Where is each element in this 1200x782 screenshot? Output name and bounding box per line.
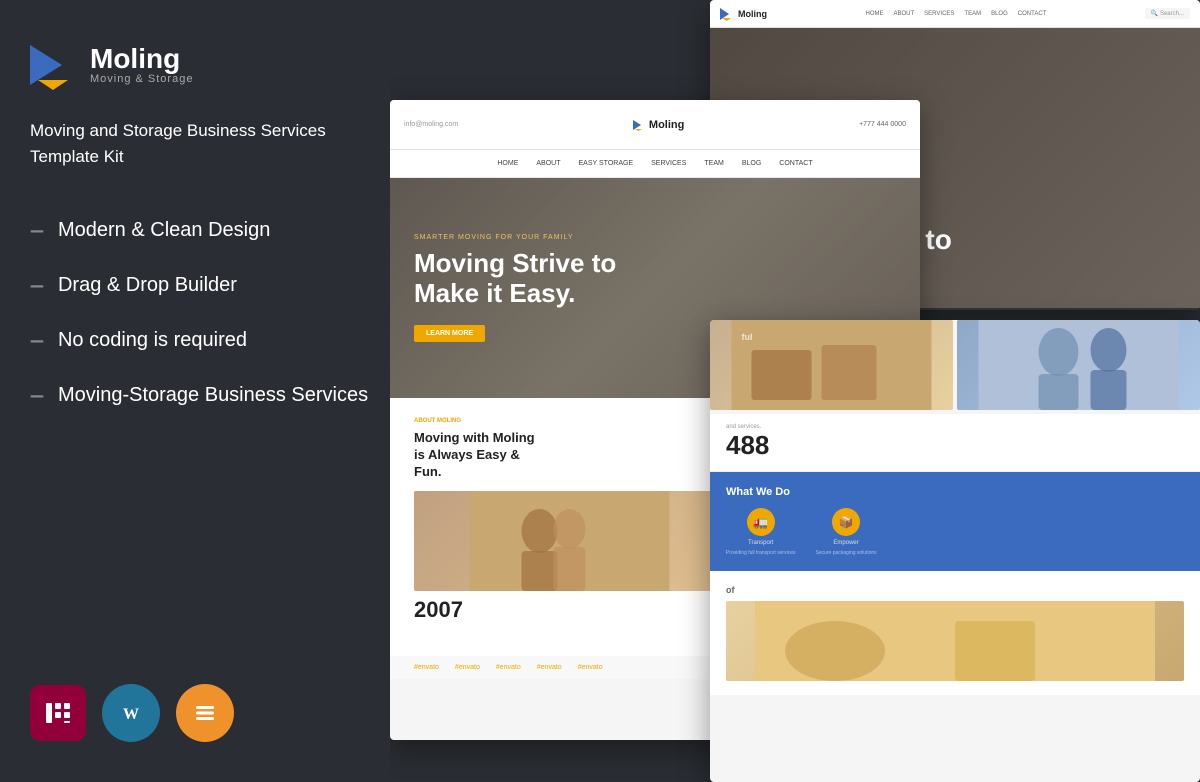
feature-item-drag-drop: --- Drag & Drop Builder [30,274,370,297]
br-images-row: ful [710,320,1200,410]
badge-stackable [176,684,234,742]
feature-dash-4: --- [30,385,42,406]
tr-logo: Moling [720,7,767,21]
tr-nav-contact: CONTACT [1018,11,1047,17]
br-blue-title: What We Do [726,486,1184,498]
badge-wordpress: W [102,684,160,742]
br-stats: and services. 488 [710,414,1200,472]
ms-footer-tag-1: #envato [414,664,439,671]
ms-nav: HOME ABOUT EASY STORAGE SERVICES TEAM BL… [390,150,920,178]
br-icon-transport-desc: Providing full transport services [726,550,795,557]
ms-nav-home: HOME [497,160,518,167]
ms-footer-tag-2: #envato [455,664,480,671]
ms-header: info@moling.com Moling +777 444 0000 [390,100,920,150]
ms-nav-team: TEAM [704,160,723,167]
ms-content-left: ABOUT MOLING Moving with Molingis Always… [414,418,725,636]
screenshots-area: Moling HOME ABOUT SERVICES TEAM BLOG CON… [390,0,1200,782]
ms-year-label: 2007 [414,597,725,623]
ms-nav-storage: EASY STORAGE [579,160,634,167]
feature-label-modern-design: Modern & Clean Design [58,219,270,242]
br-icon-transport-label: Transport [748,540,773,546]
feature-item-business-services: --- Moving-Storage Business Services [30,384,370,407]
logo-area: Moling Moving & Storage [30,40,370,90]
br-icon-empower-label: Empower [833,540,858,546]
br-bottom-section: of [710,571,1200,695]
feature-dash-2: --- [30,275,42,296]
tr-header: Moling HOME ABOUT SERVICES TEAM BLOG CON… [710,0,1200,28]
ms-nav-contact: CONTACT [779,160,812,167]
left-panel: Moling Moving & Storage Moving and Stora… [0,0,400,782]
br-bottom-label: of [726,585,1184,595]
feature-label-no-coding: No coding is required [58,329,247,352]
br-icons-row: 🚛 Transport Providing full transport ser… [726,508,1184,557]
br-img-1: ful [710,320,953,410]
brand-tagline: Moving & Storage [90,73,193,85]
features-list: --- Modern & Clean Design --- Drag & Dro… [30,219,370,664]
tr-nav: HOME ABOUT SERVICES TEAM BLOG CONTACT [866,11,1047,17]
svg-text:ful: ful [742,332,753,342]
ms-nav-about: ABOUT [536,160,560,167]
ms-content-title: Moving with Molingis Always Easy &Fun. [414,430,725,481]
tr-search: 🔍 Search... [1145,8,1190,19]
feature-label-business-services: Moving-Storage Business Services [58,384,368,407]
br-img-2 [957,320,1200,410]
feature-dash: --- [30,220,42,241]
ms-header-right: +777 444 0000 [859,121,906,128]
tr-logo-text: Moling [738,9,767,19]
tr-nav-blog: BLOG [991,11,1008,17]
brand-name: Moling [90,45,193,73]
template-title: Moving and Storage Business Services Tem… [30,118,370,169]
ms-footer-tag-5: #envato [578,664,603,671]
tr-nav-about: ABOUT [894,11,915,17]
ms-logo-text: Moling [649,119,684,131]
feature-dash-3: --- [30,330,42,351]
br-icon-empower: 📦 Empower Secure packaging solutions [815,508,876,557]
ms-img-placeholder [414,491,725,591]
ms-hero-sub: SMARTER MOVING FOR YOUR FAMILY [414,234,574,241]
ms-nav-services: SERVICES [651,160,686,167]
br-icon-empower-desc: Secure packaging solutions [815,550,876,557]
br-icon-transport: 🚛 Transport Providing full transport ser… [726,508,795,557]
logo-icon [30,40,80,90]
ms-nav-blog: BLOG [742,160,761,167]
badge-elementor [30,685,86,741]
ms-hero-btn: LEARN MORE [414,325,485,342]
screenshot-bottom-right: ful and services. 488 [710,320,1200,782]
ms-footer-tag-3: #envato [496,664,521,671]
feature-item-modern-design: --- Modern & Clean Design [30,219,370,242]
transport-icon: 🚛 [747,508,775,536]
ms-hero-title: Moving Strive toMake it Easy. [414,249,616,309]
svg-text:W: W [123,706,139,723]
logo-text-block: Moling Moving & Storage [90,45,193,85]
ms-header-left: info@moling.com [404,121,458,128]
empower-icon: 📦 [832,508,860,536]
feature-label-drag-drop: Drag & Drop Builder [58,274,237,297]
ms-header-logo: Moling [633,119,684,131]
feature-item-no-coding: --- No coding is required [30,329,370,352]
ms-content-tag: ABOUT MOLING [414,418,725,424]
tr-nav-team: TEAM [964,11,981,17]
br-bottom-img [726,601,1184,681]
tr-nav-home: HOME [866,11,884,17]
br-stats-number: 488 [726,430,1184,461]
tr-nav-services: SERVICES [924,11,954,17]
badges-row: W [30,664,370,742]
br-blue-section: What We Do 🚛 Transport Providing full tr… [710,472,1200,571]
ms-footer-tag-4: #envato [537,664,562,671]
